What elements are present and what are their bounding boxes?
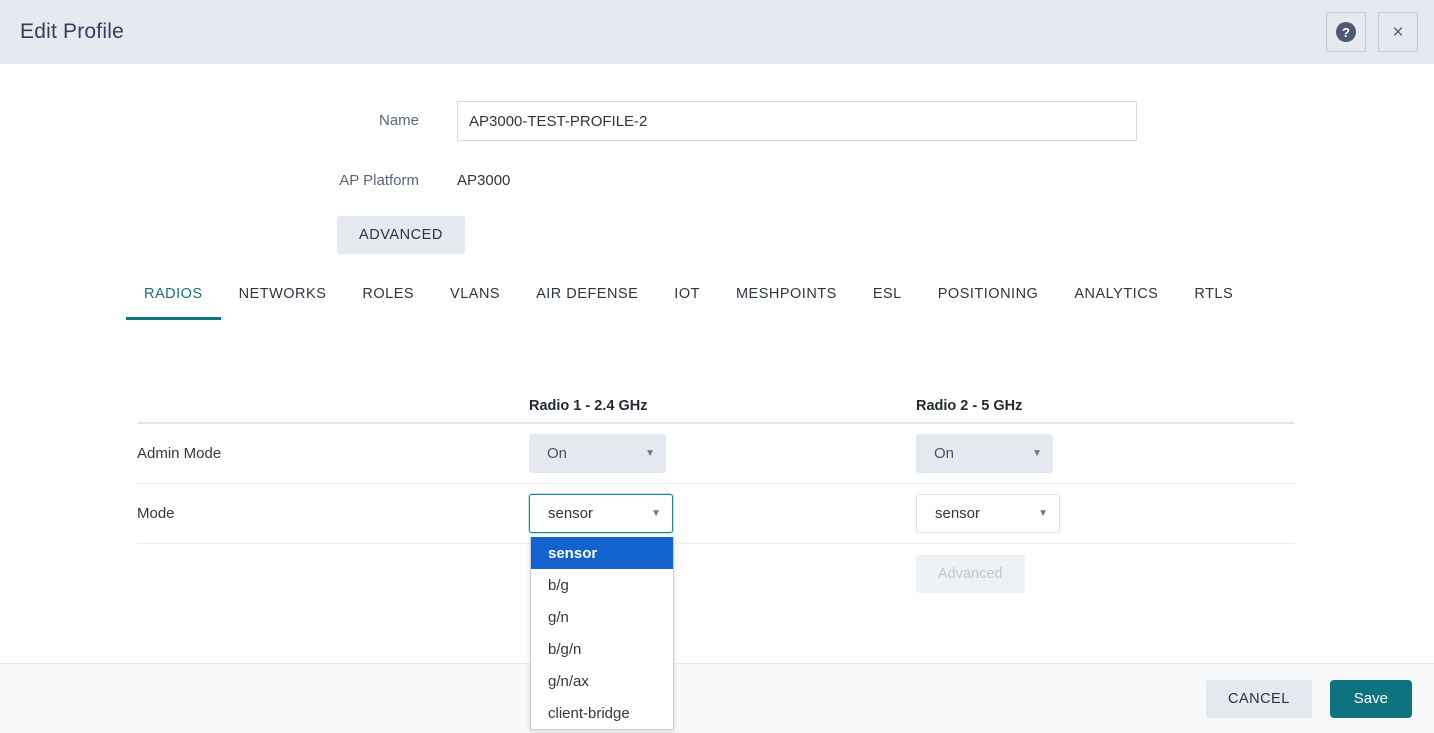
ap-platform-row: AP Platform AP3000: [0, 171, 1434, 191]
chevron-down-icon: ▼: [645, 449, 655, 459]
name-row: Name: [0, 101, 1434, 141]
radio2-advanced-button[interactable]: Advanced: [916, 555, 1025, 593]
edit-profile-dialog: Edit Profile ? × Name AP Platform AP3000…: [0, 0, 1434, 733]
advanced-toggle-button[interactable]: ADVANCED: [337, 216, 465, 254]
mode-radio2-value: sensor: [935, 505, 980, 522]
close-button[interactable]: ×: [1378, 12, 1418, 52]
mode-radio2-select[interactable]: sensor ▼: [916, 494, 1060, 533]
advanced-row: ADVANCED: [0, 216, 1434, 254]
admin-mode-radio1-cell: On ▼: [529, 434, 916, 473]
tab-meshpoints[interactable]: MESHPOINTS: [718, 286, 855, 320]
tab-networks[interactable]: NETWORKS: [221, 286, 345, 320]
admin-mode-radio1-select[interactable]: On ▼: [529, 434, 666, 473]
mode-radio1-cell: sensor ▼: [529, 494, 916, 533]
dialog-titlebar: Edit Profile ? ×: [0, 0, 1434, 64]
mode-radio1-value: sensor: [548, 505, 593, 522]
table-row-admin-mode: Admin Mode On ▼ On ▼: [137, 424, 1295, 484]
mode-radio2-cell: sensor ▼: [916, 494, 1295, 533]
cancel-button[interactable]: CANCEL: [1206, 680, 1312, 718]
admin-mode-radio1-value: On: [547, 445, 567, 462]
table-row-mode: Mode sensor ▼ sensor ▼: [137, 484, 1295, 544]
mode-dropdown-list[interactable]: sensor b/g g/n b/g/n g/n/ax client-bridg…: [530, 537, 674, 730]
tab-radios[interactable]: RADIOS: [126, 286, 221, 320]
name-label: Name: [0, 101, 457, 141]
tab-vlans[interactable]: VLANS: [432, 286, 518, 320]
tab-esl[interactable]: ESL: [855, 286, 920, 320]
dropdown-option-bg[interactable]: b/g: [531, 569, 673, 601]
table-header-row: Radio 1 - 2.4 GHz Radio 2 - 5 GHz: [137, 389, 1295, 424]
ap-platform-label: AP Platform: [0, 171, 457, 191]
dialog-footer: CANCEL Save: [0, 663, 1434, 733]
tab-analytics[interactable]: ANALYTICS: [1056, 286, 1176, 320]
mode-label: Mode: [137, 505, 529, 522]
tab-iot[interactable]: IOT: [656, 286, 718, 320]
dropdown-option-gnax[interactable]: g/n/ax: [531, 665, 673, 697]
dropdown-option-gn[interactable]: g/n: [531, 601, 673, 633]
dropdown-option-bgn[interactable]: b/g/n: [531, 633, 673, 665]
profile-tabs: RADIOS NETWORKS ROLES VLANS AIR DEFENSE …: [126, 286, 1251, 320]
admin-mode-radio2-value: On: [934, 445, 954, 462]
titlebar-actions: ? ×: [1326, 12, 1418, 52]
tab-roles[interactable]: ROLES: [344, 286, 432, 320]
header-radio-2: Radio 2 - 5 GHz: [916, 398, 1295, 414]
help-button[interactable]: ?: [1326, 12, 1366, 52]
close-icon: ×: [1392, 23, 1403, 42]
ap-platform-value: AP3000: [457, 171, 510, 191]
admin-mode-radio2-cell: On ▼: [916, 434, 1295, 473]
radios-settings-table: Radio 1 - 2.4 GHz Radio 2 - 5 GHz Admin …: [137, 389, 1295, 604]
chevron-down-icon: ▼: [651, 509, 661, 519]
table-row-advanced: Advanced: [137, 544, 1295, 604]
help-circle-icon: ?: [1336, 22, 1356, 42]
chevron-down-icon: ▼: [1038, 509, 1048, 519]
advanced-radio2-cell: Advanced: [916, 555, 1295, 593]
mode-radio1-select[interactable]: sensor ▼: [529, 494, 673, 533]
dialog-body: Name AP Platform AP3000 ADVANCED RADIOS …: [0, 64, 1434, 663]
tab-positioning[interactable]: POSITIONING: [920, 286, 1057, 320]
chevron-down-icon: ▼: [1032, 449, 1042, 459]
admin-mode-radio2-select[interactable]: On ▼: [916, 434, 1053, 473]
dropdown-option-client-bridge[interactable]: client-bridge: [531, 697, 673, 729]
tab-rtls[interactable]: RTLS: [1176, 286, 1251, 320]
save-button[interactable]: Save: [1330, 680, 1412, 718]
header-radio-1: Radio 1 - 2.4 GHz: [529, 398, 916, 414]
name-input[interactable]: [457, 101, 1137, 141]
page-title: Edit Profile: [20, 20, 124, 44]
dropdown-option-sensor[interactable]: sensor: [531, 537, 673, 569]
tab-air-defense[interactable]: AIR DEFENSE: [518, 286, 656, 320]
admin-mode-label: Admin Mode: [137, 445, 529, 462]
